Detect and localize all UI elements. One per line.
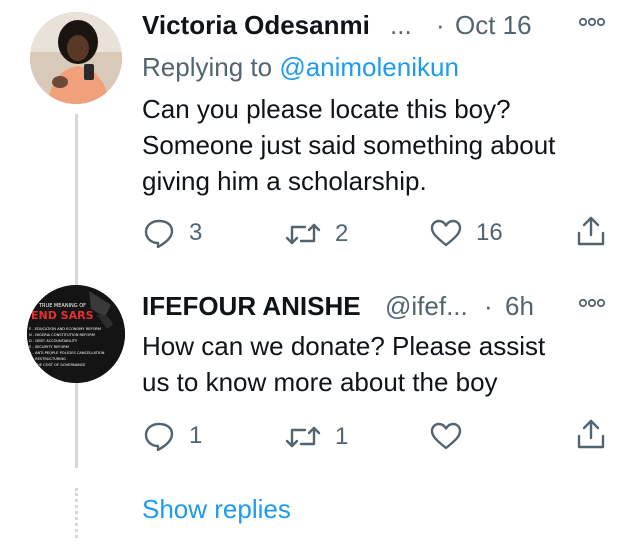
tweet-text-line: Can you please locate this boy?	[142, 94, 511, 124]
tweet-text: How can we donate? Please assist us to k…	[142, 328, 545, 400]
thread-line	[75, 392, 78, 468]
poster-headline: END SARS	[31, 309, 94, 322]
reply-count: 1	[189, 422, 203, 449]
avatar-victoria[interactable]	[30, 12, 122, 104]
more-options-icon[interactable]	[578, 14, 606, 35]
poster-item: E - EDUCATION AND ECONOMY REFORM	[29, 327, 101, 331]
end-sars-poster-icon: TRUE MEANING OF END SARS E - EDUCATION A…	[27, 285, 125, 383]
tweet-time[interactable]: 6h	[505, 291, 534, 322]
author-name[interactable]: Victoria Odesanmi	[142, 10, 370, 41]
retweet-icon	[285, 426, 321, 448]
reply-count: 3	[189, 219, 203, 246]
tweet-text-line: giving him a scholarship.	[142, 166, 427, 196]
like-button[interactable]	[430, 422, 476, 450]
share-button[interactable]	[576, 215, 606, 247]
profile-photo-icon	[30, 12, 122, 104]
avatar-ifefour[interactable]: TRUE MEANING OF END SARS E - EDUCATION A…	[27, 285, 125, 383]
share-icon	[577, 419, 605, 449]
author-name[interactable]: IFEFOUR ANISHE	[142, 291, 361, 322]
tweet-text-line: Someone just said something about	[142, 130, 556, 160]
replying-label: Replying to	[142, 52, 273, 82]
like-count: 16	[476, 219, 503, 246]
reply-button[interactable]: 1	[143, 421, 202, 451]
poster-item: R - RESTRUCTURING	[29, 357, 66, 361]
retweet-count: 1	[335, 423, 349, 450]
poster-item: A - ANTI-PEOPLE POLICIES CANCELLATION	[29, 351, 105, 355]
retweet-icon	[285, 223, 321, 245]
replying-to: Replying to @animolenikun	[142, 52, 459, 83]
replying-handle-link[interactable]: @animolenikun	[279, 52, 459, 82]
poster-item: S - THE COST OF GOVERNANCE	[29, 363, 86, 367]
retweet-button[interactable]: 2	[285, 220, 348, 248]
poster-item: N - NIGERIA CONSTITUTION REFORM	[29, 333, 95, 337]
poster-item: S - SECURITY REFORM	[29, 345, 69, 349]
poster-item: D - DEBT ACCOUNTABILITY	[29, 339, 78, 343]
share-button[interactable]	[576, 418, 606, 450]
reply-button[interactable]: 3	[143, 218, 202, 248]
reply-icon	[144, 219, 174, 248]
meta-separator: ·	[436, 10, 445, 40]
tweet-text: Can you please locate this boy? Someone …	[142, 91, 555, 199]
reply-icon	[144, 422, 174, 451]
thread-dotted-line	[75, 488, 78, 538]
heart-icon	[430, 219, 462, 247]
retweet-button[interactable]: 1	[285, 423, 348, 451]
author-handle[interactable]: ...	[390, 10, 412, 41]
author-handle[interactable]: @ifef...	[385, 291, 468, 322]
heart-icon	[430, 422, 462, 450]
share-icon	[577, 216, 605, 246]
retweet-count: 2	[335, 220, 349, 247]
tweet-text-line: How can we donate? Please assist	[142, 331, 546, 361]
more-options-icon[interactable]	[578, 295, 606, 316]
meta-separator: ·	[484, 291, 493, 321]
like-button[interactable]: 16	[430, 219, 503, 247]
show-replies-link[interactable]: Show replies	[142, 494, 291, 525]
tweet-time[interactable]: Oct 16	[455, 10, 532, 41]
tweet-text-line: us to know more about the boy	[142, 367, 498, 397]
